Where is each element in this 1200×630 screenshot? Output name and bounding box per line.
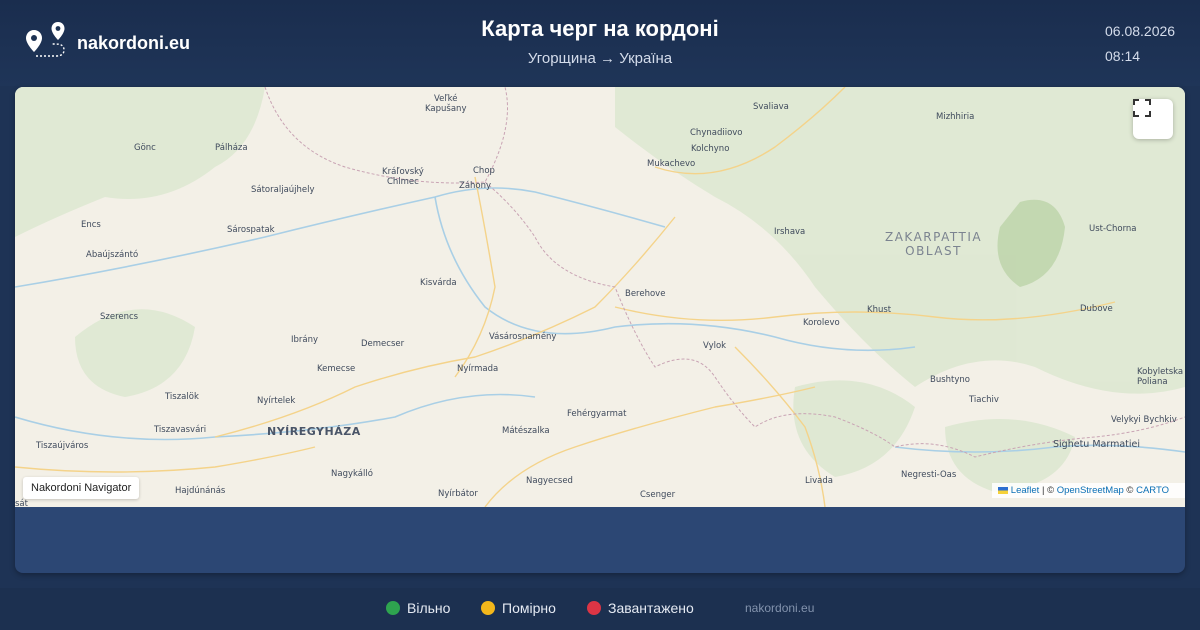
legend-label-free: Вільно — [407, 600, 451, 616]
date-display: 06.08.2026 — [1105, 23, 1176, 39]
fullscreen-icon — [1133, 99, 1151, 117]
fullscreen-button[interactable] — [1133, 99, 1173, 139]
place-mukachevo: Mukachevo — [647, 159, 696, 169]
place-zahony: Záhony — [459, 181, 492, 191]
place-svaliava: Svaliava — [753, 102, 789, 112]
place-tiachiv: Tiachiv — [969, 395, 999, 405]
place-fehergyarmat: Fehérgyarmat — [567, 409, 627, 419]
place-mizhhiria: Mizhhiria — [936, 112, 975, 122]
legend-busy: Завантажено — [587, 600, 694, 616]
leaflet-link[interactable]: Leaflet — [1011, 485, 1040, 496]
place-encs: Encs — [81, 220, 101, 230]
map-background — [15, 87, 1185, 507]
place-szerencs: Szerencs — [100, 312, 139, 322]
place-csenger: Csenger — [640, 490, 676, 500]
place-vylok: Vylok — [703, 341, 727, 351]
place-ibrany: Ibrány — [291, 335, 319, 345]
map-canvas[interactable]: Veľké Kapušany Svaliava Mizhhiria Chynad… — [15, 87, 1185, 509]
place-cut-label: sát — [15, 499, 28, 509]
map-panel: Veľké Kapušany Svaliava Mizhhiria Chynad… — [15, 87, 1185, 573]
place-vasarosnameny: Vásárosnamény — [489, 332, 557, 342]
place-tiszaujvaros: Tiszaújváros — [36, 441, 89, 451]
place-kisvarda: Kisvárda — [420, 278, 457, 288]
place-nagyecsed: Nagyecsed — [526, 476, 573, 486]
place-mateszalka: Mátészalka — [502, 426, 550, 436]
place-irshava: Irshava — [774, 227, 806, 237]
status-moderate-dot — [481, 601, 495, 615]
place-khust: Khust — [867, 305, 892, 315]
place-satoraljaujhely: Sátoraljaújhely — [251, 185, 315, 195]
status-busy-dot — [587, 601, 601, 615]
place-gonc: Gönc — [134, 143, 156, 153]
status-free-dot — [386, 601, 400, 615]
place-tiszavasvari: Tiszavasvári — [154, 425, 207, 435]
place-livada: Livada — [805, 476, 833, 486]
time-display: 08:14 — [1105, 48, 1141, 64]
ukraine-flag-icon — [997, 486, 1008, 494]
legend-moderate: Помірно — [481, 600, 556, 616]
navigator-badge: Nakordoni Navigator — [23, 477, 140, 499]
place-palhaza: Pálháza — [215, 143, 248, 153]
carto-link[interactable]: CARTO — [1136, 485, 1169, 496]
place-velke-kapusany: Veľké Kapušany — [425, 94, 467, 114]
place-sighetu-marmatiei: Sighetu Marmatiei — [1053, 439, 1141, 450]
openstreetmap-link[interactable]: OpenStreetMap — [1057, 485, 1124, 496]
place-demecser: Demecser — [361, 339, 405, 349]
place-chynadiiovo: Chynadiiovo — [690, 128, 743, 138]
legend-label-busy: Завантажено — [608, 600, 694, 616]
place-kolchyno: Kolchyno — [691, 144, 730, 154]
place-abaujszanto: Abaújszántó — [86, 250, 139, 260]
place-nagykallo: Nagykálló — [331, 469, 373, 479]
place-korolevo: Korolevo — [803, 318, 840, 328]
place-tiszalok: Tiszalök — [165, 392, 199, 402]
attribution-separator: | © — [1039, 485, 1057, 496]
place-nyirtelek: Nyírtelek — [257, 396, 296, 406]
place-bushtyno: Bushtyno — [930, 375, 970, 385]
header: nakordoni.eu Карта черг на кордоні Угорщ… — [0, 0, 1200, 86]
place-berehove: Berehove — [625, 289, 666, 299]
attribution-separator: © — [1123, 485, 1137, 496]
route-subtitle: Угорщина → Україна — [527, 50, 673, 67]
region-zakarpattia: ZAKARPATTIA OBLAST — [885, 230, 983, 258]
place-dubove: Dubove — [1080, 304, 1113, 314]
map-attribution: Leaflet | © OpenStreetMap © CARTO — [991, 483, 1185, 498]
place-velykyi-bychkiv: Velykyi Bychkiv — [1111, 415, 1177, 425]
legend-free: Вільно — [386, 600, 450, 616]
place-kralovsky-chlmec: Kráľovský Chlmec — [382, 167, 424, 187]
place-negresti-oas: Negresti-Oas — [901, 470, 957, 480]
place-nyirbator: Nyírbátor — [438, 489, 478, 499]
place-kobyletska-poliana: Kobyletska Poliana — [1137, 367, 1184, 387]
legend-label-moderate: Помірно — [502, 600, 556, 616]
place-nyirmada: Nyírmada — [457, 364, 499, 374]
place-sarospatak: Sárospatak — [227, 225, 275, 235]
place-hajdunanas: Hajdúnánás — [175, 486, 226, 496]
place-nyiregyhaza: NYÍREGYHÁZA — [267, 425, 361, 438]
page-title: Карта черг на кордоні — [481, 16, 719, 41]
place-ust-chorna: Ust-Chorna — [1089, 224, 1137, 234]
place-kemecse: Kemecse — [317, 364, 356, 374]
place-chop: Chop — [473, 166, 495, 176]
footer-site-link[interactable]: nakordoni.eu — [745, 601, 814, 615]
